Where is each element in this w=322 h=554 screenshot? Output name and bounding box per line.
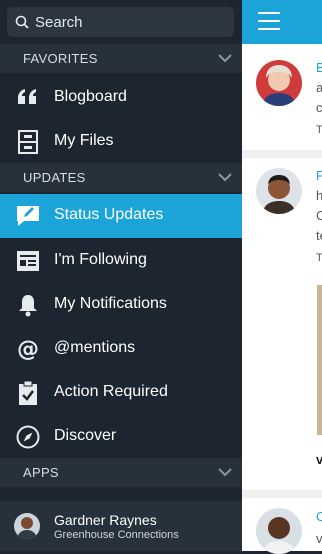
file-cabinet-icon (18, 130, 38, 154)
user-profile[interactable]: Gardner Raynes Greenhouse Connections (0, 501, 242, 551)
post-text-fragment: C (316, 208, 322, 223)
status-update-icon (17, 206, 39, 226)
navigation-menu: Search FAVORITES Blogboard My Files UPDA… (0, 0, 242, 551)
menu-item-my-files[interactable]: My Files (0, 120, 242, 164)
post-text-fragment: c (316, 100, 322, 115)
section-updates-label: UPDATES (23, 170, 86, 185)
search-placeholder: Search (35, 14, 83, 31)
section-apps-label: APPS (23, 465, 59, 480)
divider (242, 490, 322, 498)
divider (242, 150, 322, 158)
avatar[interactable] (256, 508, 302, 554)
svg-text:@: @ (17, 337, 39, 362)
avatar[interactable] (256, 168, 302, 214)
menu-item-discover[interactable]: Discover (0, 415, 242, 459)
menu-item-label: Discover (54, 427, 117, 444)
menu-item-label: I'm Following (54, 251, 147, 268)
quote-icon (18, 89, 36, 104)
search-field[interactable]: Search (7, 7, 234, 37)
menu-item-label: Status Updates (54, 206, 164, 223)
chevron-down-icon (218, 173, 232, 182)
menu-item-status-updates[interactable]: Status Updates (0, 194, 242, 238)
menu-item-blogboard[interactable]: Blogboard (0, 76, 242, 120)
menu-item-mentions[interactable]: @ @mentions (0, 327, 242, 371)
post-text-fragment: h (316, 188, 322, 203)
post-text-fragment: te (316, 228, 322, 243)
avatar (14, 513, 40, 539)
post-author-fragment[interactable]: C (316, 509, 322, 524)
menu-item-action-required[interactable]: Action Required (0, 371, 242, 415)
menu-item-label: My Files (54, 132, 114, 149)
section-apps[interactable]: APPS (0, 458, 242, 487)
post-title-fragment: v (316, 452, 322, 467)
menu-item-label: Action Required (54, 383, 168, 400)
post-meta-fragment: T (316, 124, 322, 136)
at-sign-icon: @ (17, 337, 39, 362)
avatar[interactable] (256, 60, 302, 106)
chevron-down-icon (218, 54, 232, 63)
menu-item-label: Blogboard (54, 88, 127, 105)
compass-icon (16, 425, 40, 449)
user-name: Gardner Raynes (54, 512, 157, 528)
section-favorites[interactable]: FAVORITES (0, 44, 242, 73)
activity-feed: B a c T F h C te T v C v (242, 0, 322, 554)
user-organization: Greenhouse Connections (54, 529, 179, 541)
search-icon (15, 15, 29, 29)
clipboard-check-icon (19, 380, 37, 405)
post-author-fragment[interactable]: F (316, 168, 322, 183)
newsfeed-icon (17, 251, 39, 271)
post-text-fragment: a (316, 80, 322, 95)
hamburger-menu-icon[interactable] (258, 12, 280, 30)
bell-icon (19, 295, 37, 317)
post-author-fragment[interactable]: B (316, 60, 322, 75)
menu-item-label: @mentions (54, 339, 136, 356)
menu-item-label: My Notifications (54, 295, 167, 312)
chevron-down-icon (218, 468, 232, 477)
menu-item-following[interactable]: I'm Following (0, 239, 242, 283)
menu-item-notifications[interactable]: My Notifications (0, 283, 242, 327)
section-favorites-label: FAVORITES (23, 51, 98, 66)
post-image[interactable] (317, 285, 322, 435)
section-updates[interactable]: UPDATES (0, 163, 242, 192)
feed-header (242, 0, 322, 44)
post-meta-fragment: T (316, 252, 322, 264)
post-text-fragment: v (316, 531, 322, 546)
